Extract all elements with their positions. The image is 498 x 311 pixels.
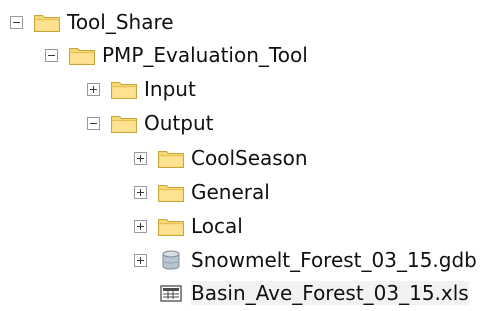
folder-icon — [157, 216, 185, 237]
collapse-toggle-icon[interactable] — [45, 48, 58, 62]
tree-item-label: PMP_Evaluation_Tool — [102, 43, 308, 67]
table-icon — [157, 283, 185, 304]
tree-item-label: CoolSeason — [191, 146, 308, 170]
folder-icon — [33, 12, 61, 33]
toggle-spacer — [134, 287, 147, 300]
tree-item-input[interactable]: Input — [87, 73, 196, 105]
expand-toggle-icon[interactable] — [134, 185, 147, 199]
collapse-toggle-icon[interactable] — [87, 116, 100, 130]
geodatabase-icon — [157, 250, 185, 271]
tree-item-label: Basin_Ave_Forest_03_15.xls — [191, 281, 469, 305]
tree-item-local[interactable]: Local — [134, 210, 243, 242]
folder-icon — [157, 148, 185, 169]
expand-toggle-icon[interactable] — [87, 82, 100, 96]
expand-toggle-icon[interactable] — [134, 151, 147, 165]
tree-item-general[interactable]: General — [134, 176, 270, 208]
tree-item-label: Input — [144, 77, 196, 101]
tree-item-label: Local — [191, 214, 243, 238]
folder-icon — [110, 79, 138, 100]
tree-item-label: General — [191, 180, 270, 204]
folder-icon — [157, 182, 185, 203]
catalog-tree: Tool_Share PMP_Evaluation_Tool Input Out… — [0, 0, 498, 311]
tree-item-pmp-evaluation-tool[interactable]: PMP_Evaluation_Tool — [45, 39, 308, 71]
tree-item-coolseason[interactable]: CoolSeason — [134, 142, 308, 174]
tree-item-label: Tool_Share — [67, 10, 174, 34]
folder-icon — [110, 113, 138, 134]
folder-icon — [68, 45, 96, 66]
tree-item-output[interactable]: Output — [87, 107, 213, 139]
collapse-toggle-icon[interactable] — [10, 15, 23, 29]
tree-item-label: Snowmelt_Forest_03_15.gdb — [191, 248, 477, 272]
expand-toggle-icon[interactable] — [134, 219, 147, 233]
tree-item-tool-share[interactable]: Tool_Share — [10, 6, 174, 38]
tree-item-snowmelt-gdb[interactable]: Snowmelt_Forest_03_15.gdb — [134, 244, 477, 276]
tree-item-label: Output — [144, 111, 214, 135]
expand-toggle-icon[interactable] — [134, 253, 147, 267]
tree-item-basin-ave-xls[interactable]: Basin_Ave_Forest_03_15.xls — [134, 277, 469, 309]
